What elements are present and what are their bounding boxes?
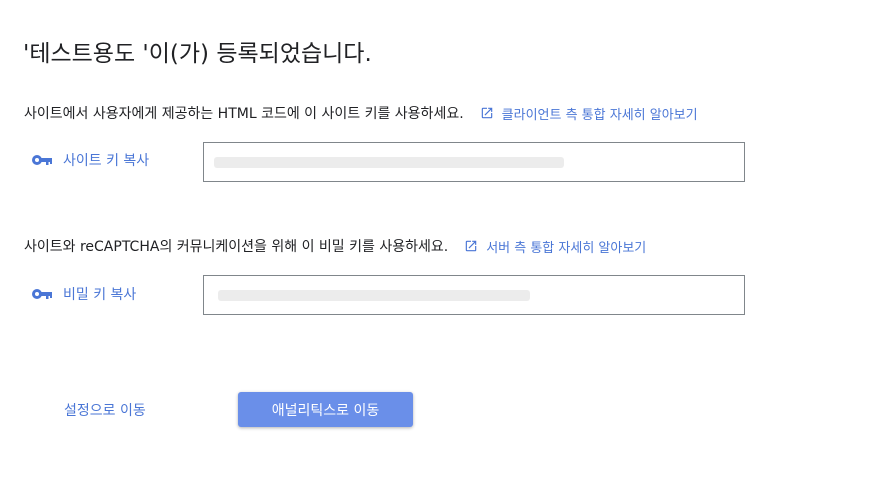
page-title: '테스트용도 '이(가) 등록되었습니다. [23, 41, 372, 67]
go-to-analytics-button[interactable]: 애널리틱스로 이동 [238, 392, 413, 427]
server-integration-learn-more-label: 서버 측 통합 자세히 알아보기 [486, 240, 647, 256]
key-icon [32, 289, 52, 299]
open-in-new-icon [465, 240, 477, 252]
registration-complete-page: '테스트용도 '이(가) 등록되었습니다. 사이트에서 사용자에게 제공하는 H… [0, 0, 877, 485]
copy-site-key-button[interactable]: 사이트 키 복사 [31, 150, 149, 170]
site-key-description-row: 사이트에서 사용자에게 제공하는 HTML 코드에 이 사이트 키를 사용하세요… [24, 103, 698, 123]
secret-key-description: 사이트와 reCAPTCHA의 커뮤니케이션을 위해 이 비밀 키를 사용하세요… [24, 239, 449, 255]
server-integration-learn-more-link[interactable]: 서버 측 통합 자세히 알아보기 [464, 237, 646, 256]
open-in-new-icon [481, 107, 492, 119]
go-to-settings-link[interactable]: 설정으로 이동 [64, 400, 146, 420]
redacted-site-key [214, 157, 564, 168]
client-integration-learn-more-link[interactable]: 클라이언트 측 통합 자세히 알아보기 [480, 104, 698, 123]
copy-site-key-label: 사이트 키 복사 [63, 153, 150, 169]
site-key-description: 사이트에서 사용자에게 제공하는 HTML 코드에 이 사이트 키를 사용하세요… [24, 106, 464, 122]
secret-key-description-row: 사이트와 reCAPTCHA의 커뮤니케이션을 위해 이 비밀 키를 사용하세요… [24, 236, 646, 256]
site-key-field[interactable] [203, 142, 745, 182]
redacted-secret-key [218, 290, 530, 301]
secret-key-field[interactable] [203, 275, 745, 315]
client-integration-learn-more-label: 클라이언트 측 통합 자세히 알아보기 [501, 107, 698, 123]
copy-secret-key-label: 비밀 키 복사 [63, 287, 137, 303]
copy-secret-key-button[interactable]: 비밀 키 복사 [31, 284, 136, 304]
key-icon [32, 155, 52, 165]
